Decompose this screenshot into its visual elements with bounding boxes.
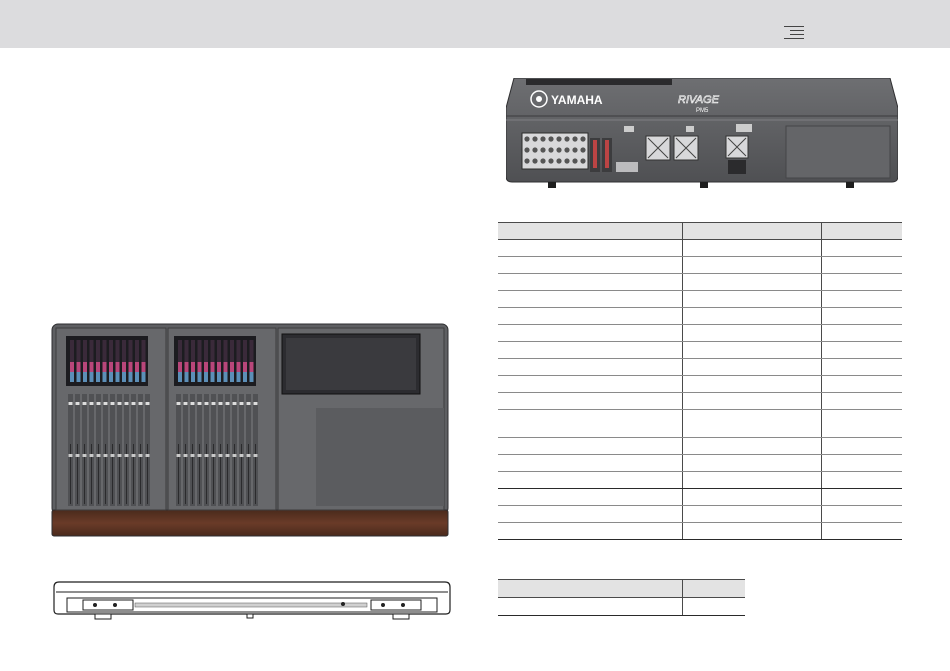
table-cell bbox=[681, 409, 821, 438]
table-cell bbox=[498, 392, 682, 410]
table-row bbox=[498, 307, 902, 325]
column-header bbox=[498, 222, 682, 240]
table-cell bbox=[820, 454, 902, 472]
table-row bbox=[498, 454, 902, 472]
table-cell bbox=[681, 471, 821, 489]
table-row bbox=[498, 358, 902, 376]
table-cell bbox=[681, 290, 821, 308]
table-cell bbox=[820, 375, 902, 393]
table-row bbox=[498, 471, 902, 489]
table-row bbox=[498, 409, 902, 438]
table-cell bbox=[820, 256, 902, 274]
hamburger-menu-icon[interactable] bbox=[784, 26, 804, 40]
table-header-row bbox=[498, 222, 902, 240]
table-row bbox=[498, 597, 745, 616]
table-cell bbox=[681, 358, 821, 376]
column-header bbox=[820, 222, 902, 240]
column-header bbox=[681, 579, 745, 598]
table-cell bbox=[820, 290, 902, 308]
table-cell bbox=[681, 437, 821, 455]
table-cell bbox=[820, 437, 902, 455]
table-cell bbox=[820, 471, 902, 489]
table-cell bbox=[498, 597, 682, 616]
table-cell bbox=[820, 358, 902, 376]
table-row bbox=[498, 522, 902, 540]
console-front-view-image bbox=[53, 581, 451, 620]
table-cell bbox=[681, 341, 821, 359]
table-cell bbox=[681, 522, 821, 540]
table-cell bbox=[820, 341, 902, 359]
table-cell bbox=[820, 273, 902, 291]
table-cell bbox=[820, 324, 902, 342]
table-row bbox=[498, 505, 902, 523]
table-row bbox=[498, 324, 902, 342]
table-cell bbox=[498, 290, 682, 308]
table-row bbox=[498, 375, 902, 393]
table-cell bbox=[681, 597, 745, 616]
table-cell bbox=[498, 358, 682, 376]
table-cell bbox=[681, 392, 821, 410]
console-rear-panel-image: YAMAHA RIVAGE PM5 bbox=[506, 78, 898, 188]
table-cell bbox=[681, 324, 821, 342]
table-cell bbox=[498, 273, 682, 291]
table-cell bbox=[820, 522, 902, 540]
table-cell bbox=[681, 505, 821, 523]
model-logo: RIVAGE bbox=[678, 94, 720, 106]
table-cell bbox=[498, 256, 682, 274]
table-cell bbox=[498, 488, 682, 506]
table-cell bbox=[820, 505, 902, 523]
table-cell bbox=[820, 307, 902, 325]
table-cell bbox=[498, 307, 682, 325]
small-table bbox=[498, 579, 745, 616]
table-row bbox=[498, 290, 902, 308]
table-cell bbox=[498, 454, 682, 472]
console-top-view-image bbox=[51, 323, 449, 537]
table-cell bbox=[498, 341, 682, 359]
table-row bbox=[498, 239, 902, 257]
table-row bbox=[498, 437, 902, 455]
table-cell bbox=[820, 239, 902, 257]
table-cell bbox=[498, 522, 682, 540]
table-cell bbox=[498, 505, 682, 523]
table-cell bbox=[820, 409, 902, 438]
table-cell bbox=[681, 273, 821, 291]
column-header bbox=[498, 579, 682, 598]
top-bar bbox=[0, 0, 950, 48]
table-row bbox=[498, 341, 902, 359]
table-cell bbox=[498, 239, 682, 257]
table-row bbox=[498, 488, 902, 506]
column-header bbox=[681, 222, 821, 240]
table-cell bbox=[820, 488, 902, 506]
table-cell bbox=[681, 239, 821, 257]
table-cell bbox=[498, 324, 682, 342]
brand-logo: YAMAHA bbox=[551, 93, 603, 107]
table-cell bbox=[681, 488, 821, 506]
table-cell bbox=[681, 256, 821, 274]
table-cell bbox=[498, 375, 682, 393]
table-header-row bbox=[498, 579, 745, 598]
table-cell bbox=[820, 392, 902, 410]
table-row bbox=[498, 256, 902, 274]
model-sub-logo: PM5 bbox=[696, 108, 709, 114]
table-cell bbox=[681, 375, 821, 393]
table-cell bbox=[498, 409, 682, 438]
spec-table bbox=[498, 222, 902, 540]
table-cell bbox=[681, 307, 821, 325]
table-row bbox=[498, 273, 902, 291]
table-cell bbox=[498, 437, 682, 455]
table-cell bbox=[681, 454, 821, 472]
table-row bbox=[498, 392, 902, 410]
table-cell bbox=[498, 471, 682, 489]
